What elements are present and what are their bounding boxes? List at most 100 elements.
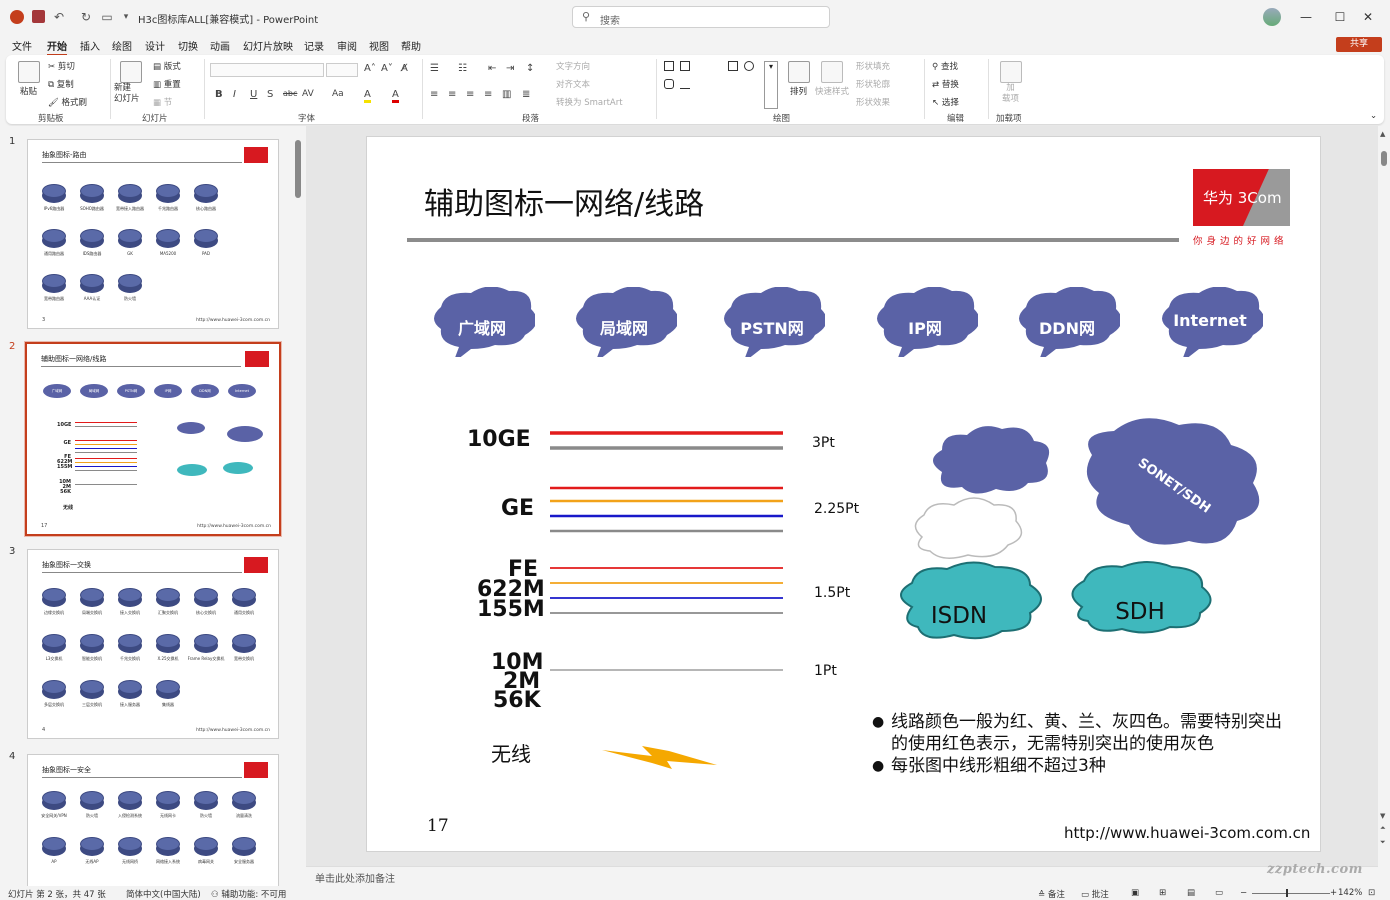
maximize-icon[interactable]: ☐ [1330,8,1350,26]
smartart-button[interactable]: 转换为 SmartArt [556,96,623,108]
copy-button[interactable]: ⧉ 复制 [48,78,74,90]
decrease-indent-icon[interactable]: ⇤ [488,63,496,74]
tab-slideshow[interactable]: 幻灯片放映 [243,38,293,53]
tab-view[interactable]: 视图 [369,38,389,53]
slide-sorter-icon[interactable]: ⊞ [1159,888,1166,898]
save-icon[interactable] [32,10,45,23]
slide-thumbnail-3[interactable]: 抽象图标一交换 边缘交换机 局端交换机 接入交换机 汇聚交换机 核心交换机 通用交换机 L3… [27,549,279,739]
prev-slide-icon[interactable]: ⏶ [1380,824,1386,833]
redo-icon[interactable]: ↻ [78,9,94,25]
scroll-up-icon[interactable]: ▲ [1380,130,1385,138]
fit-to-window-icon[interactable]: ⊡ [1368,888,1375,898]
slide-thumbnail-2[interactable]: 辅助图标一网络/线路 广域网 局域网 PSTN网 IP网 DDN网 Internet 10G… [24,341,282,537]
notes-pane[interactable]: 单击此处添加备注 [306,866,1378,886]
select-button[interactable]: ↖ 选择 [932,96,959,108]
tab-home[interactable]: 开始 [47,38,67,56]
normal-view-icon[interactable]: ▣ [1131,888,1139,898]
tab-design[interactable]: 设计 [145,38,165,53]
bullet-list[interactable]: 线路颜色一般为红、黄、兰、灰四色。需要特别突出的使用红色表示，无需特别突出的使用… [872,711,1292,777]
minimize-icon[interactable]: — [1296,8,1316,26]
columns-icon[interactable]: ▥ [502,89,511,100]
change-case-button[interactable]: Aa [332,89,344,99]
grow-font-icon[interactable]: A˄ [364,63,376,74]
strikethrough-button[interactable]: abc [283,89,297,98]
arrange-button[interactable]: 排列 [790,85,807,97]
font-name-combo[interactable] [210,63,324,77]
wireless-lightning-icon[interactable] [602,746,717,769]
share-button[interactable]: 共享 [1336,37,1382,52]
format-painter-button[interactable]: 🖌 格式刷 [48,96,87,108]
tab-file[interactable]: 文件 [12,38,32,53]
close-icon[interactable]: ✕ [1358,8,1378,26]
reading-view-icon[interactable]: ▤ [1187,888,1195,898]
addins-icon[interactable] [1000,61,1022,83]
section-button[interactable]: ▦ 节 [153,96,172,108]
bullets-icon[interactable]: ☰ [430,63,439,74]
customize-qat-icon[interactable]: ▾ [118,9,134,25]
current-slide[interactable]: 辅助图标一网络/线路 华为 3Com 你身边的好网络 广域网 局域网 PSTN网 IP… [366,136,1321,852]
shrink-font-icon[interactable]: A˅ [381,63,393,74]
zoom-slider[interactable] [1252,893,1330,894]
comments-button[interactable]: ▭ 批注 [1081,888,1109,900]
presentation-icon[interactable]: ▭ [99,9,115,25]
zoom-in-icon[interactable]: + [1330,888,1337,898]
shapes-gallery[interactable] [664,61,764,109]
editor-scroll-thumb[interactable] [1381,151,1387,166]
tab-draw[interactable]: 绘图 [112,38,132,53]
find-button[interactable]: ⚲ 查找 [932,60,958,72]
triangle-shape-icon[interactable] [680,79,690,89]
italic-button[interactable]: I [233,89,236,100]
zoom-slider-thumb[interactable] [1286,889,1288,897]
font-color-button[interactable]: A [392,89,399,103]
oval-shape-icon[interactable] [744,61,754,71]
zoom-out-icon[interactable]: − [1240,888,1247,898]
accessibility-status[interactable]: ⚇ 辅助功能: 不可用 [211,888,286,900]
layout-button[interactable]: ▤ 版式 [153,60,181,72]
shapes-more-icon[interactable]: ▾ [764,61,778,109]
plain-cloud-light[interactable] [914,497,1023,559]
highlight-button[interactable]: A [364,89,371,103]
language-status[interactable]: 简体中文(中国大陆) [126,888,201,900]
slide-thumbnail-4[interactable]: 抽象图标一安全 安全网关/VPN 防火墙 入侵检测系统 无线网卡 防火墙 流量清洗 AP 无线… [27,754,279,894]
notes-button[interactable]: ≙ 备注 [1038,888,1065,900]
paste-icon[interactable] [18,61,40,83]
shape-outline-button[interactable]: 形状轮廓 [856,78,890,90]
text-direction-button[interactable]: 文字方向 [556,60,590,72]
thumbnail-scrollbar[interactable] [295,140,301,198]
avatar[interactable] [1263,8,1281,26]
paragraph-spacing-icon[interactable]: ≣ [522,89,530,100]
tab-help[interactable]: 帮助 [401,38,421,53]
plain-cloud-dark[interactable] [933,426,1050,494]
rectangle-shape-icon[interactable] [728,61,738,71]
shadow-button[interactable]: S [267,89,273,100]
char-spacing-button[interactable]: AV [302,89,314,99]
search-box[interactable]: ⚲ 搜索 [572,6,830,28]
editor-scrollbar[interactable]: ▲ ▼ ⏶ ⏷ [1378,126,1390,866]
quick-styles-button[interactable]: 快速样式 [815,85,849,97]
align-left-icon[interactable]: ≡ [430,89,438,100]
vertical-textbox-shape-icon[interactable] [680,61,690,71]
clear-format-icon[interactable]: A̸ [401,63,408,74]
paste-button[interactable]: 粘贴 [20,85,37,97]
addins-button[interactable]: 加 载项 [1002,83,1019,105]
scroll-down-icon[interactable]: ▼ [1380,812,1385,820]
reset-button[interactable]: ▥ 重置 [153,78,181,90]
arrow-right-shape-icon[interactable] [728,79,738,89]
slideshow-view-icon[interactable]: ▭ [1215,888,1223,898]
underline-button[interactable]: U [250,89,257,100]
slide-thumbnail-1[interactable]: 抽象图标-路由 IPv6路由器 SOHO路由器 宽带接入路由器 千兆路由器 核心路由器通… [27,139,279,329]
bold-button[interactable]: B [215,89,223,100]
increase-indent-icon[interactable]: ⇥ [506,63,514,74]
new-slide-icon[interactable] [120,61,142,83]
tab-animations[interactable]: 动画 [210,38,230,53]
shape-fill-button[interactable]: 形状填充 [856,60,890,72]
new-slide-button[interactable]: 新建 幻灯片 [114,83,140,105]
replace-button[interactable]: ⇄ 替换 [932,78,959,90]
font-size-combo[interactable] [326,63,358,77]
collapse-ribbon-icon[interactable]: ⌄ [1370,111,1377,121]
tab-transitions[interactable]: 切换 [178,38,198,53]
justify-icon[interactable]: ≡ [484,89,492,100]
arrange-icon[interactable] [788,61,810,83]
undo-icon[interactable]: ↶ [51,9,67,25]
numbering-icon[interactable]: ☷ [458,63,467,74]
